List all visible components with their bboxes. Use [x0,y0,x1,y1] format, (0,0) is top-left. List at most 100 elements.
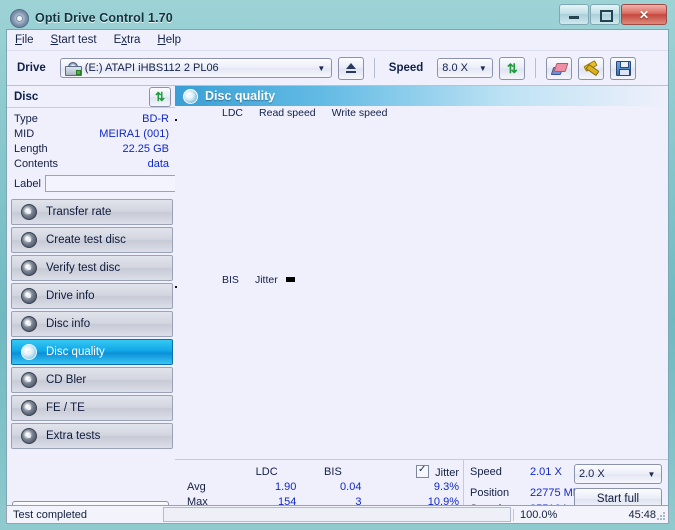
window-title: Opti Drive Control 1.70 [35,11,173,25]
plot-area-bottom [175,286,668,416]
chart-legend-top: LDC Read speed Write speed [175,106,668,119]
panel-header: Disc quality [175,86,668,106]
disc-row-value: data [147,157,169,170]
row-label: Avg [187,480,206,493]
disc-row-contents: Contents data [14,156,169,171]
disc-row-key: MID [14,127,35,140]
progress-percent: 100.0% [513,508,586,521]
disc-icon [21,260,37,276]
table-row: Avg 1.90 0.04 9.3% [183,479,463,494]
drive-select[interactable]: (E:) ATAPI iHBS112 2 PL06 ▼ [59,58,332,78]
save-button[interactable] [610,56,637,80]
toolbar-separator-2 [535,58,537,78]
drive-select-value: (E:) ATAPI iHBS112 2 PL06 [84,62,219,74]
disc-label-key: Label [14,177,41,190]
sidebar-item-label: Extra tests [46,430,101,442]
legend-swatch [211,276,219,284]
sidebar-item-drive-info[interactable]: Drive info [11,283,173,309]
sidebar-item-fe-te[interactable]: FE / TE [11,395,173,421]
resize-grip[interactable] [656,511,666,521]
chart-bis-jitter: BIS Jitter [175,273,668,416]
legend-swatch [211,109,219,117]
disc-icon [21,372,37,388]
menu-file[interactable]: FFileile [15,34,34,46]
cell-bis: 0.04 [340,480,362,493]
plot-canvas-bottom[interactable] [175,286,177,288]
menu-help[interactable]: Help [157,34,181,46]
disc-label-row: Label [14,173,249,194]
speed-select[interactable]: 8.0 X ▼ [437,58,494,78]
eject-button[interactable] [337,56,364,80]
erase-button[interactable] [546,56,573,80]
chevron-down-icon: ▼ [478,63,487,73]
jitter-checkbox[interactable] [416,464,430,478]
menu-extra[interactable]: Extra [114,34,141,46]
drive-label: Drive [17,62,46,74]
sidebar-item-extra-tests[interactable]: Extra tests [11,423,173,449]
sidebar-item-label: Drive info [46,290,95,302]
client-area: FFileile Start test Extra Help Drive (E:… [6,29,669,524]
sidebar: Disc ⇅ Type BD-R MID MEIRA1 (001) Length… [7,86,249,523]
legend-item-bis: BIS [211,274,239,286]
legend-label: Read speed [259,106,316,119]
plot-canvas-top[interactable] [175,119,177,121]
sidebar-item-verify-test-disc[interactable]: Verify test disc [11,255,173,281]
disc-icon [21,288,37,304]
sidebar-item-label: CD Bler [46,374,87,386]
legend-swatch [321,109,329,117]
maximize-button[interactable] [590,4,620,25]
page-title: Disc quality [205,89,276,103]
minimize-icon [569,16,579,19]
chevron-down-icon: ▼ [647,469,656,479]
status-bar: Test completed 100.0% 45:48 [6,505,669,524]
legend-item-write-speed: Write speed [321,107,388,119]
sidebar-item-label: Disc quality [46,346,105,358]
disc-icon [21,344,37,360]
legend-label: Write speed [331,106,388,119]
body: Disc ⇅ Type BD-R MID MEIRA1 (001) Length… [7,86,668,523]
readout-speed-value: 2.01 X [530,466,562,478]
test-speed-select[interactable]: 2.0 X ▼ [574,464,662,484]
tools-button[interactable] [578,56,605,80]
legend-label: Jitter [254,273,278,286]
disc-icon [21,316,37,332]
test-speed-value: 2.0 X [579,468,605,480]
disc-panel-title: Disc [14,90,39,103]
close-button[interactable]: ✕ [621,4,667,25]
drive-icon [64,61,82,76]
col-header-jitter-label: Jitter [435,466,459,479]
plot-area-top [175,119,668,259]
nav-list: Transfer rate Create test disc Verify te… [7,199,175,451]
sidebar-item-label: Create test disc [46,234,126,246]
maximize-icon [600,10,613,22]
sidebar-item-cd-bler[interactable]: CD Bler [11,367,173,393]
disc-row-value: 22.25 GB [122,142,169,155]
menu-start-test[interactable]: Start test [51,34,97,46]
disc-refresh-button[interactable]: ⇅ [149,86,171,107]
disc-row-type: Type BD-R [14,111,169,126]
sidebar-item-label: Disc info [46,318,91,330]
menu-bar: FFileile Start test Extra Help [7,30,668,51]
disc-row-mid: MID MEIRA1 (001) [14,126,169,141]
app-window: Opti Drive Control 1.70 ✕ FFileile Start… [0,0,675,530]
disc-panel-header: Disc ⇅ [7,86,175,108]
cell-jitter: 9.3% [433,480,459,493]
minimize-button[interactable] [559,4,589,25]
sidebar-item-disc-info[interactable]: Disc info [11,311,173,337]
disc-row-length: Length 22.25 GB [14,141,169,156]
disc-row-value: BD-R [142,112,169,125]
disc-row-key: Length [14,142,48,155]
legend-item-jitter: Jitter [244,274,278,286]
sidebar-item-create-test-disc[interactable]: Create test disc [11,227,173,253]
disc-row-value: MEIRA1 (001) [99,127,169,140]
col-header-ldc: LDC [255,465,278,478]
refresh-button[interactable]: ⇅ [499,56,526,80]
legend-label: BIS [222,273,239,286]
legend-item-read-speed: Read speed [248,107,316,119]
legend-marker-icon [285,277,295,282]
sidebar-item-disc-quality[interactable]: Disc quality [11,339,173,365]
disc-quality-icon [183,88,198,104]
window-controls: ✕ [558,4,667,25]
sidebar-item-transfer-rate[interactable]: Transfer rate [11,199,173,225]
